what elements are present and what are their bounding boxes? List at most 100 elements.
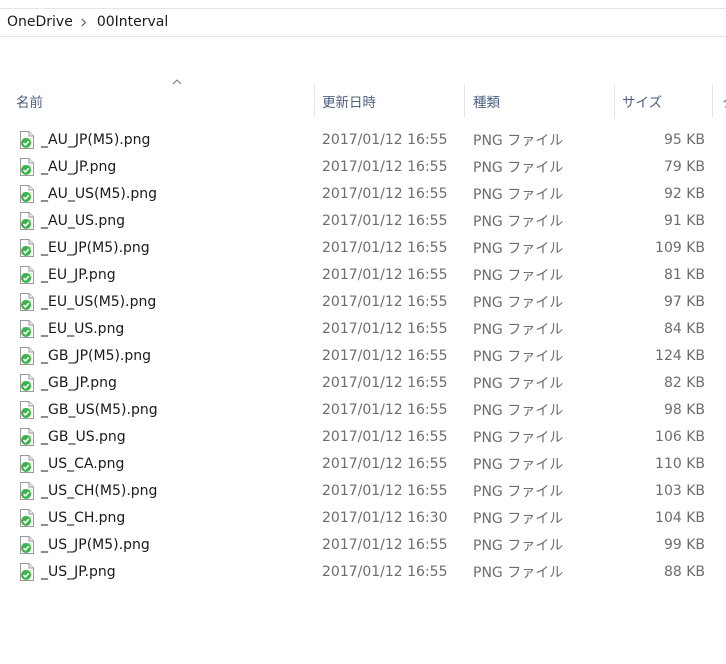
file-type: PNG ファイル [473, 375, 564, 392]
column-header-type-label: 種類 [473, 95, 500, 111]
file-date-modified: 2017/01/12 16:55 [322, 374, 448, 391]
column-header-size[interactable]: サイズ [622, 82, 692, 120]
file-name: _GB_US.png [41, 428, 126, 445]
png-file-synced-icon [20, 427, 34, 446]
file-size: 109 KB [655, 239, 705, 256]
file-name: _US_JP.png [41, 563, 116, 580]
column-header-row: 名前 更新日時 種類 サイズ ク [0, 79, 726, 120]
file-icon-cell [16, 315, 38, 342]
png-file-synced-icon [20, 562, 34, 581]
file-size: 91 KB [663, 212, 705, 229]
file-icon-cell [16, 288, 38, 315]
column-header-type[interactable]: 種類 [473, 82, 613, 120]
file-icon-cell [16, 207, 38, 234]
file-size: 82 KB [663, 374, 705, 391]
file-date-modified: 2017/01/12 16:55 [322, 563, 448, 580]
file-date-modified: 2017/01/12 16:30 [322, 509, 448, 526]
column-divider[interactable] [712, 84, 713, 118]
file-row[interactable]: _EU_JP.png 2017/01/12 16:55 PNG ファイル 81 … [0, 261, 726, 288]
chevron-right-icon[interactable] [73, 8, 95, 36]
file-type: PNG ファイル [473, 429, 564, 446]
file-icon-cell [16, 558, 38, 585]
file-size: 88 KB [663, 563, 705, 580]
column-header-date-label: 更新日時 [322, 95, 376, 111]
column-header-name[interactable]: 名前 [16, 79, 312, 120]
column-header-more[interactable]: ク [722, 82, 726, 120]
breadcrumb-item-current[interactable]: 00Interval [95, 14, 168, 30]
file-icon-cell [16, 504, 38, 531]
file-icon-cell [16, 423, 38, 450]
file-type: PNG ファイル [473, 483, 564, 500]
file-date-modified: 2017/01/12 16:55 [322, 239, 448, 256]
file-row[interactable]: _US_JP(M5).png 2017/01/12 16:55 PNG ファイル… [0, 531, 726, 558]
file-row[interactable]: _AU_US(M5).png 2017/01/12 16:55 PNG ファイル… [0, 180, 726, 207]
file-row[interactable]: _GB_JP(M5).png 2017/01/12 16:55 PNG ファイル… [0, 342, 726, 369]
file-name: _US_CH.png [41, 509, 126, 526]
file-size: 106 KB [655, 428, 705, 445]
file-size: 99 KB [663, 536, 705, 553]
file-icon-cell [16, 396, 38, 423]
png-file-synced-icon [20, 319, 34, 338]
file-date-modified: 2017/01/12 16:55 [322, 131, 448, 148]
file-row[interactable]: _AU_US.png 2017/01/12 16:55 PNG ファイル 91 … [0, 207, 726, 234]
column-header-size-label: サイズ [622, 95, 663, 111]
file-type: PNG ファイル [473, 348, 564, 365]
file-size: 103 KB [655, 482, 705, 499]
file-size: 79 KB [663, 158, 705, 175]
breadcrumb-item-onedrive[interactable]: OneDrive [0, 14, 73, 30]
file-row[interactable]: _US_CH(M5).png 2017/01/12 16:55 PNG ファイル… [0, 477, 726, 504]
file-icon-cell [16, 153, 38, 180]
file-date-modified: 2017/01/12 16:55 [322, 401, 448, 418]
png-file-synced-icon [20, 265, 34, 284]
png-file-synced-icon [20, 454, 34, 473]
file-icon-cell [16, 261, 38, 288]
png-file-synced-icon [20, 346, 34, 365]
png-file-synced-icon [20, 535, 34, 554]
png-file-synced-icon [20, 184, 34, 203]
file-type: PNG ファイル [473, 321, 564, 338]
file-size: 84 KB [663, 320, 705, 337]
file-row[interactable]: _US_CA.png 2017/01/12 16:55 PNG ファイル 110… [0, 450, 726, 477]
column-divider[interactable] [614, 84, 615, 118]
file-type: PNG ファイル [473, 294, 564, 311]
file-size: 110 KB [655, 455, 705, 472]
file-icon-cell [16, 369, 38, 396]
file-type: PNG ファイル [473, 240, 564, 257]
file-date-modified: 2017/01/12 16:55 [322, 185, 448, 202]
file-row[interactable]: _AU_JP.png 2017/01/12 16:55 PNG ファイル 79 … [0, 153, 726, 180]
file-name: _AU_JP(M5).png [41, 131, 151, 148]
file-row[interactable]: _EU_US(M5).png 2017/01/12 16:55 PNG ファイル… [0, 288, 726, 315]
file-name: _EU_US.png [41, 320, 125, 337]
file-row[interactable]: _EU_US.png 2017/01/12 16:55 PNG ファイル 84 … [0, 315, 726, 342]
file-size: 98 KB [663, 401, 705, 418]
file-size: 81 KB [663, 266, 705, 283]
file-type: PNG ファイル [473, 402, 564, 419]
column-header-more-label: ク [722, 91, 726, 111]
file-date-modified: 2017/01/12 16:55 [322, 428, 448, 445]
png-file-synced-icon [20, 481, 34, 500]
png-file-synced-icon [20, 157, 34, 176]
column-divider[interactable] [314, 84, 315, 118]
file-size: 95 KB [663, 131, 705, 148]
file-row[interactable]: _GB_US(M5).png 2017/01/12 16:55 PNG ファイル… [0, 396, 726, 423]
file-name: _EU_JP.png [41, 266, 116, 283]
file-row[interactable]: _US_JP.png 2017/01/12 16:55 PNG ファイル 88 … [0, 558, 726, 585]
png-file-synced-icon [20, 508, 34, 527]
png-file-synced-icon [20, 211, 34, 230]
file-row[interactable]: _AU_JP(M5).png 2017/01/12 16:55 PNG ファイル… [0, 126, 726, 153]
file-row[interactable]: _EU_JP(M5).png 2017/01/12 16:55 PNG ファイル… [0, 234, 726, 261]
column-divider[interactable] [464, 84, 465, 118]
png-file-synced-icon [20, 292, 34, 311]
column-header-date[interactable]: 更新日時 [322, 82, 462, 120]
file-name: _AU_JP.png [41, 158, 117, 175]
breadcrumb: OneDrive 00Interval [0, 8, 726, 37]
file-row[interactable]: _GB_JP.png 2017/01/12 16:55 PNG ファイル 82 … [0, 369, 726, 396]
file-name: _AU_US.png [41, 212, 126, 229]
file-date-modified: 2017/01/12 16:55 [322, 266, 448, 283]
file-row[interactable]: _GB_US.png 2017/01/12 16:55 PNG ファイル 106… [0, 423, 726, 450]
file-name: _US_JP(M5).png [41, 536, 150, 553]
file-row[interactable]: _US_CH.png 2017/01/12 16:30 PNG ファイル 104… [0, 504, 726, 531]
file-date-modified: 2017/01/12 16:55 [322, 482, 448, 499]
file-date-modified: 2017/01/12 16:55 [322, 320, 448, 337]
file-type: PNG ファイル [473, 564, 564, 581]
